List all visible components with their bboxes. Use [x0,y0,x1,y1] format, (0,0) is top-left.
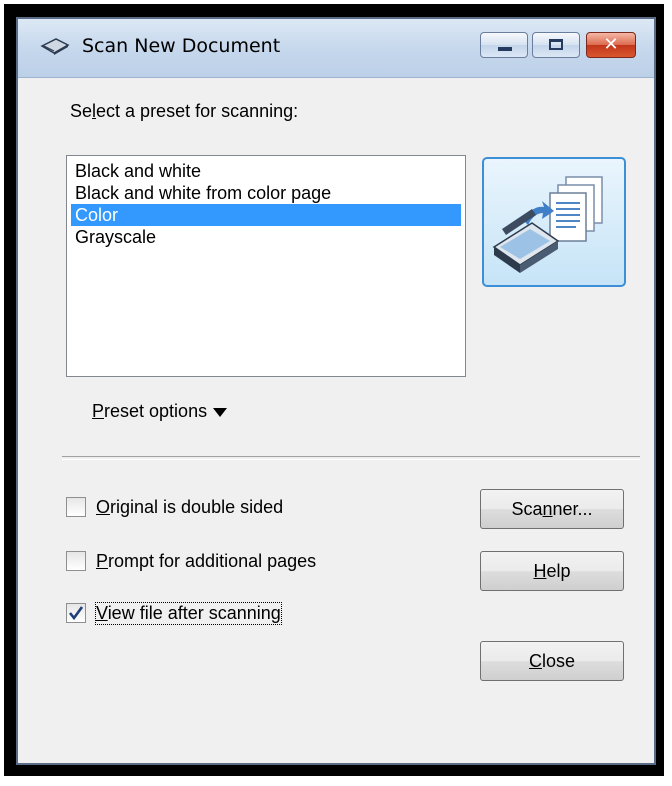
additional-pages-text: rompt for additional pages [108,551,317,571]
close-button-text: lose [541,651,576,671]
view-file-label[interactable]: View file after scanning [95,602,282,625]
preset-listbox[interactable]: Black and white Black and white from col… [66,155,466,377]
view-file-text: iew file after scanning [107,603,281,623]
preset-label: Select a preset for scanning: [70,101,299,121]
preset-label-mnemonic: l [92,101,97,121]
scan-to-documents-icon [492,176,603,273]
preset-options-label: reset options [104,401,208,421]
minimize-button[interactable] [480,32,528,58]
scanner-button-mnemonic: n [542,499,553,519]
preset-options-mnemonic: P [92,401,105,421]
maximize-icon [549,39,563,50]
additional-pages-label[interactable]: Prompt for additional pages [96,551,316,572]
help-button-text: elp [546,561,571,581]
double-sided-label[interactable]: Original is double sided [96,497,283,518]
help-button[interactable]: Help [480,551,624,591]
list-item[interactable]: Black and white from color page [71,182,461,204]
title-bar[interactable]: Scan New Document ✕ [18,19,654,78]
view-file-mnemonic: V [96,603,108,623]
additional-pages-checkbox[interactable] [66,551,86,571]
list-item-selected[interactable]: Color [71,204,461,226]
scanner-button[interactable]: Scanner... [480,489,624,529]
double-sided-mnemonic: O [96,497,111,517]
section-divider [62,456,640,460]
scan-dialog: Scan New Document ✕ Select a preset for … [16,17,656,765]
view-file-checkbox[interactable] [66,603,86,623]
list-item[interactable]: Black and white [71,160,461,182]
double-sided-checkbox[interactable] [66,497,86,517]
scanner-icon [40,38,70,55]
triangle-down-icon [213,408,228,418]
help-button-mnemonic: H [533,561,547,581]
window-title: Scan New Document [82,35,281,57]
maximize-button[interactable] [532,32,580,58]
additional-pages-mnemonic: P [96,551,109,571]
close-icon: ✕ [603,34,619,55]
minimize-icon [498,47,512,51]
scanner-button-text-b: ner... [552,499,593,519]
close-window-button[interactable]: ✕ [586,32,636,58]
close-button-mnemonic: C [528,651,542,671]
preset-options-toggle[interactable]: Preset options [92,401,228,422]
close-button[interactable]: Close [480,641,624,681]
double-sided-text: riginal is double sided [110,497,284,517]
scanner-button-text-a: Sca [511,499,543,519]
list-item[interactable]: Grayscale [71,226,461,248]
checkmark-icon [68,606,84,621]
scan-button[interactable] [482,157,626,287]
